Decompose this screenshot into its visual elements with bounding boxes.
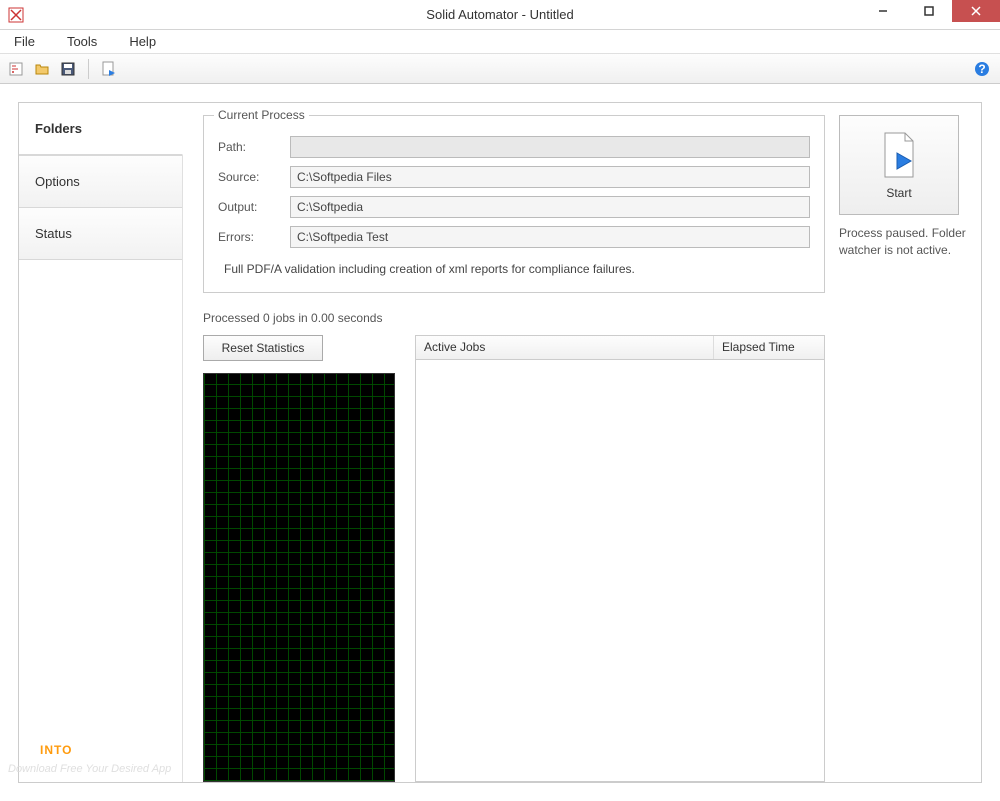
processed-summary: Processed 0 jobs in 0.00 seconds	[203, 311, 825, 325]
maximize-button[interactable]	[906, 0, 952, 22]
column-active-jobs[interactable]: Active Jobs	[416, 336, 714, 359]
menubar: File Tools Help	[0, 30, 1000, 54]
start-button-label: Start	[886, 186, 911, 200]
minimize-button[interactable]	[860, 0, 906, 22]
status-message: Process paused. Folder watcher is not ac…	[839, 225, 969, 259]
errors-field	[290, 226, 810, 248]
errors-label: Errors:	[218, 230, 278, 244]
tab-options[interactable]: Options	[19, 155, 182, 208]
current-process-legend: Current Process	[214, 108, 309, 122]
close-button[interactable]	[952, 0, 1000, 22]
tab-status[interactable]: Status	[19, 208, 182, 260]
source-field	[290, 166, 810, 188]
open-icon[interactable]	[32, 59, 52, 79]
output-label: Output:	[218, 200, 278, 214]
column-elapsed-time[interactable]: Elapsed Time	[714, 336, 824, 359]
source-label: Source:	[218, 170, 278, 184]
svg-text:?: ?	[978, 62, 985, 76]
toolbar: ?	[0, 54, 1000, 84]
sidebar: Folders Options Status	[19, 103, 183, 782]
toolbar-separator	[88, 59, 89, 79]
help-icon[interactable]: ?	[972, 59, 992, 79]
menu-help[interactable]: Help	[123, 32, 162, 51]
reset-statistics-button[interactable]: Reset Statistics	[203, 335, 323, 361]
path-label: Path:	[218, 140, 278, 154]
current-process-group: Current Process Path: Source: Output:	[203, 115, 825, 293]
activity-graph	[203, 373, 395, 782]
main-panel: Current Process Path: Source: Output:	[183, 103, 981, 782]
app-icon	[6, 5, 26, 25]
output-field	[290, 196, 810, 218]
window-title: Solid Automator - Untitled	[426, 7, 573, 22]
menu-file[interactable]: File	[8, 32, 41, 51]
save-icon[interactable]	[58, 59, 78, 79]
new-task-icon[interactable]	[6, 59, 26, 79]
jobs-table: Active Jobs Elapsed Time	[415, 335, 825, 782]
tab-folders[interactable]: Folders	[19, 103, 183, 155]
window-controls	[860, 0, 1000, 30]
path-field	[290, 136, 810, 158]
content-area: Folders Options Status Current Process P…	[0, 84, 1000, 801]
titlebar: Solid Automator - Untitled	[0, 0, 1000, 30]
document-play-icon	[879, 131, 919, 182]
menu-tools[interactable]: Tools	[61, 32, 103, 51]
start-button[interactable]: Start	[839, 115, 959, 215]
process-description: Full PDF/A validation including creation…	[218, 256, 810, 276]
run-icon[interactable]	[99, 59, 119, 79]
